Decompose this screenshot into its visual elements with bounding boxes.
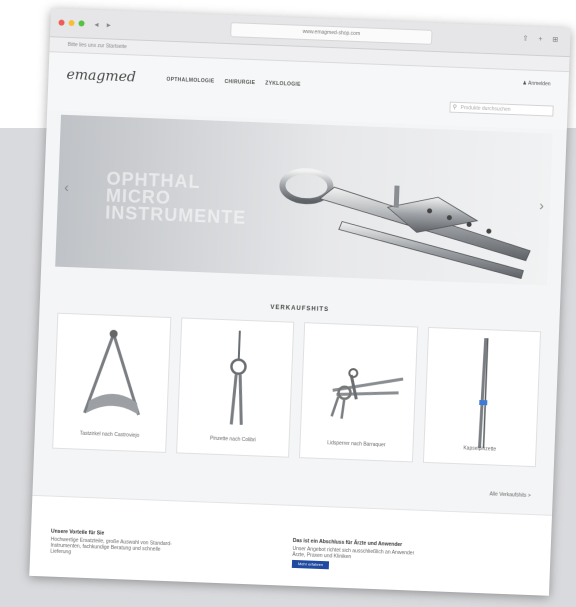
window-controls: [58, 19, 85, 27]
site-logo[interactable]: emagmed: [66, 67, 136, 86]
hero-prev-arrow-icon[interactable]: ‹: [64, 179, 69, 195]
maximize-dot[interactable]: [78, 20, 85, 27]
url-text: www.emagmed-shop.com: [302, 28, 361, 38]
bookmarks-text: Bitte lies uns zur Startseite: [67, 41, 127, 51]
address-bar[interactable]: www.emagmed-shop.com: [230, 22, 433, 45]
nav-item-ophthalmologie[interactable]: OPTHALMOLOGIE: [166, 77, 214, 85]
all-bestsellers-link[interactable]: Alle Verkaufshits >: [33, 474, 531, 499]
footer-column-advantages: Unsere Vorteile für Sie Hochwertige Ersa…: [50, 529, 261, 563]
website-screenshot: ◂ ▸ www.emagmed-shop.com ⇪ + ⊞ Bitte lie…: [29, 8, 571, 596]
account-link[interactable]: ♟ Anmelden: [522, 80, 550, 87]
nav-item-zyklologie[interactable]: ZYKLOLOGIE: [265, 81, 301, 88]
minimize-dot[interactable]: [68, 19, 75, 27]
nav-item-chirurgie[interactable]: CHIRURGIE: [224, 79, 255, 86]
main-navigation: OPTHALMOLOGIE CHIRURGIE ZYKLOLOGIE: [166, 77, 300, 88]
hero-headline: OPHTHAL MICRO INSTRUMENTE: [105, 168, 248, 227]
toolbar-actions-icon[interactable]: ⇪ + ⊞: [522, 34, 562, 44]
close-dot[interactable]: [58, 19, 65, 26]
footer-column-notice: Das ist ein Abschluss für Ärzte und Anwe…: [291, 538, 503, 576]
product-card[interactable]: Pinzette nach Colibri: [175, 317, 295, 458]
account-label: Anmelden: [527, 80, 551, 88]
nav-arrows-icon[interactable]: ◂ ▸: [94, 19, 114, 29]
search-placeholder: Produkte durchsuchen: [460, 105, 511, 113]
product-card[interactable]: Lidsperrer nach Barraquer: [299, 322, 418, 463]
user-icon: ♟: [522, 80, 528, 87]
search-icon: ⚲: [452, 104, 458, 111]
hero-next-arrow-icon[interactable]: ›: [539, 197, 544, 213]
hero-banner[interactable]: ‹ › OPHTHAL MICRO INSTRUMENTE: [55, 114, 553, 286]
product-card[interactable]: Tastzirkel nach Castroviejo: [52, 312, 171, 453]
product-grid: Tastzirkel nach Castroviejo Pinzette nac…: [52, 312, 542, 468]
footer-more-button[interactable]: Mehr erfahren: [291, 559, 330, 570]
product-card[interactable]: Kapselpinzette: [422, 326, 542, 468]
search-input[interactable]: ⚲ Produkte durchsuchen: [449, 101, 554, 117]
